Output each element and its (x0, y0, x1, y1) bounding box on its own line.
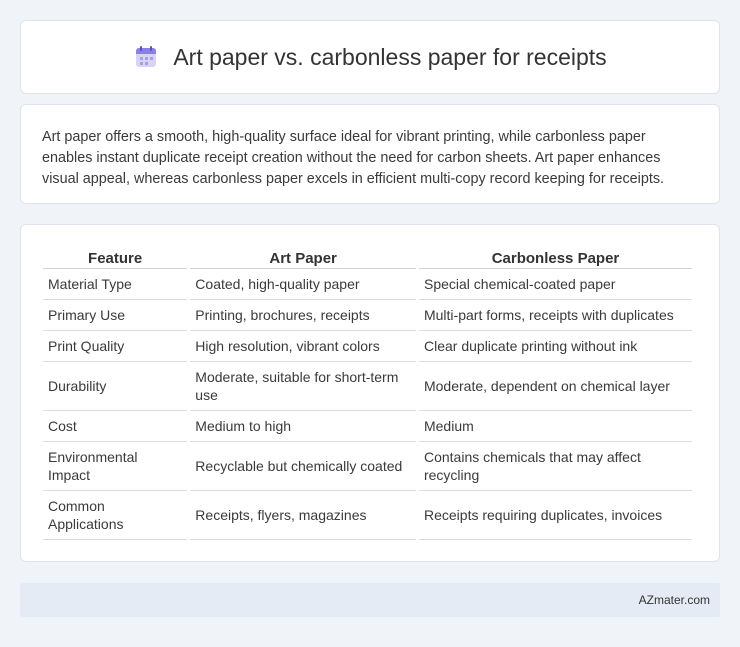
art-paper-cell: Medium to high (190, 411, 416, 442)
title-card: Art paper vs. carbonless paper for recei… (20, 20, 720, 94)
art-paper-cell: Receipts, flyers, magazines (190, 491, 416, 540)
table-row: Environmental Impact Recyclable but chem… (43, 442, 692, 491)
art-paper-cell: Moderate, suitable for short-term use (190, 362, 416, 411)
comparison-table: Feature Art Paper Carbonless Paper Mater… (40, 245, 695, 540)
intro-text: Art paper offers a smooth, high-quality … (42, 129, 665, 187)
feature-cell: Common Applications (43, 491, 188, 540)
carbonless-paper-cell: Medium (418, 411, 692, 442)
art-paper-cell: High resolution, vibrant colors (190, 331, 416, 362)
feature-cell: Durability (43, 362, 188, 411)
header-art-paper: Art Paper (190, 245, 416, 269)
table-row: Durability Moderate, suitable for short-… (43, 362, 692, 411)
table-header-row: Feature Art Paper Carbonless Paper (43, 245, 692, 269)
intro-card: Art paper offers a smooth, high-quality … (20, 104, 720, 204)
carbonless-paper-cell: Moderate, dependent on chemical layer (418, 362, 692, 411)
comparison-card: Feature Art Paper Carbonless Paper Mater… (20, 224, 720, 562)
table-row: Material Type Coated, high-quality paper… (43, 269, 692, 300)
table-row: Print Quality High resolution, vibrant c… (43, 331, 692, 362)
header-carbonless-paper: Carbonless Paper (418, 245, 692, 269)
header-feature: Feature (43, 245, 188, 269)
art-paper-cell: Recyclable but chemically coated (190, 442, 416, 491)
footer-bar: AZmater.com (20, 583, 720, 617)
carbonless-paper-cell: Contains chemicals that may affect recyc… (418, 442, 692, 491)
feature-cell: Cost (43, 411, 188, 442)
feature-cell: Environmental Impact (43, 442, 188, 491)
calendar-icon (133, 44, 159, 70)
art-paper-cell: Coated, high-quality paper (190, 269, 416, 300)
carbonless-paper-cell: Clear duplicate printing without ink (418, 331, 692, 362)
carbonless-paper-cell: Receipts requiring duplicates, invoices (418, 491, 692, 540)
carbonless-paper-cell: Multi-part forms, receipts with duplicat… (418, 300, 692, 331)
page-title: Art paper vs. carbonless paper for recei… (173, 43, 607, 70)
feature-cell: Material Type (43, 269, 188, 300)
feature-cell: Primary Use (43, 300, 188, 331)
art-paper-cell: Printing, brochures, receipts (190, 300, 416, 331)
table-row: Common Applications Receipts, flyers, ma… (43, 491, 692, 540)
table-row: Primary Use Printing, brochures, receipt… (43, 300, 692, 331)
feature-cell: Print Quality (43, 331, 188, 362)
footer-brand: AZmater.com (638, 593, 710, 607)
table-row: Cost Medium to high Medium (43, 411, 692, 442)
carbonless-paper-cell: Special chemical-coated paper (418, 269, 692, 300)
